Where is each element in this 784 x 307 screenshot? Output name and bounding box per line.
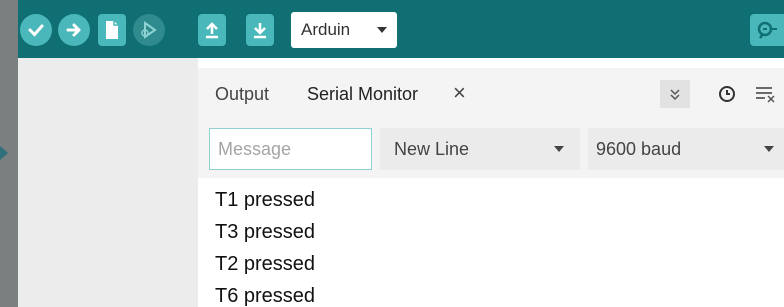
serial-input-row: New Line 9600 baud (198, 120, 784, 178)
upload-button[interactable] (58, 14, 90, 46)
open-button[interactable] (198, 14, 226, 46)
arrow-right-icon (66, 23, 81, 37)
sidebar-panel (18, 58, 198, 307)
collapse-arrow-icon[interactable] (0, 146, 8, 160)
tab-output[interactable]: Output (215, 84, 269, 105)
serial-monitor-button[interactable] (750, 14, 784, 46)
serial-output[interactable]: T1 pressed T3 pressed T2 pressed T6 pres… (198, 180, 784, 307)
baud-rate-select[interactable]: 9600 baud (588, 128, 784, 170)
chevron-down-icon (764, 146, 774, 152)
board-select[interactable]: Arduin (291, 12, 397, 48)
tab-serial-monitor[interactable]: Serial Monitor (307, 84, 418, 105)
save-button[interactable] (246, 14, 274, 46)
line-ending-select[interactable]: New Line (380, 128, 580, 170)
line-ending-value: New Line (394, 138, 470, 159)
chevron-down-icon (554, 146, 564, 152)
chevron-down-icon (377, 27, 387, 33)
autoscroll-icon (670, 89, 680, 101)
verify-button[interactable] (20, 14, 52, 46)
toolbar: Arduin (18, 0, 784, 58)
bottom-panel: Output Serial Monitor × New Line 9600 ba… (198, 58, 784, 307)
download-arrow-icon (254, 23, 266, 39)
debug-button[interactable] (133, 14, 165, 46)
debug-icon (141, 21, 157, 39)
output-line: T2 pressed (215, 253, 316, 275)
autoscroll-button[interactable] (660, 80, 690, 108)
timestamp-button[interactable] (712, 80, 742, 108)
timestamp-icon (719, 86, 735, 102)
output-line: T6 pressed (215, 285, 316, 307)
close-tab-icon[interactable]: × (453, 82, 466, 104)
magnifier-icon (757, 21, 777, 39)
new-sketch-button[interactable] (98, 14, 126, 46)
clear-output-button[interactable] (750, 80, 780, 108)
upload-arrow-icon (206, 22, 218, 39)
clear-output-icon (756, 87, 775, 103)
message-input[interactable] (209, 128, 372, 170)
output-line: T3 pressed (215, 221, 316, 243)
board-select-value: Arduin (301, 20, 351, 39)
document-icon (106, 21, 118, 39)
panel-tabs: Output Serial Monitor × (198, 68, 784, 120)
output-line: T1 pressed (215, 189, 316, 211)
checkmark-icon (28, 24, 44, 37)
baud-rate-value: 9600 baud (596, 138, 682, 159)
